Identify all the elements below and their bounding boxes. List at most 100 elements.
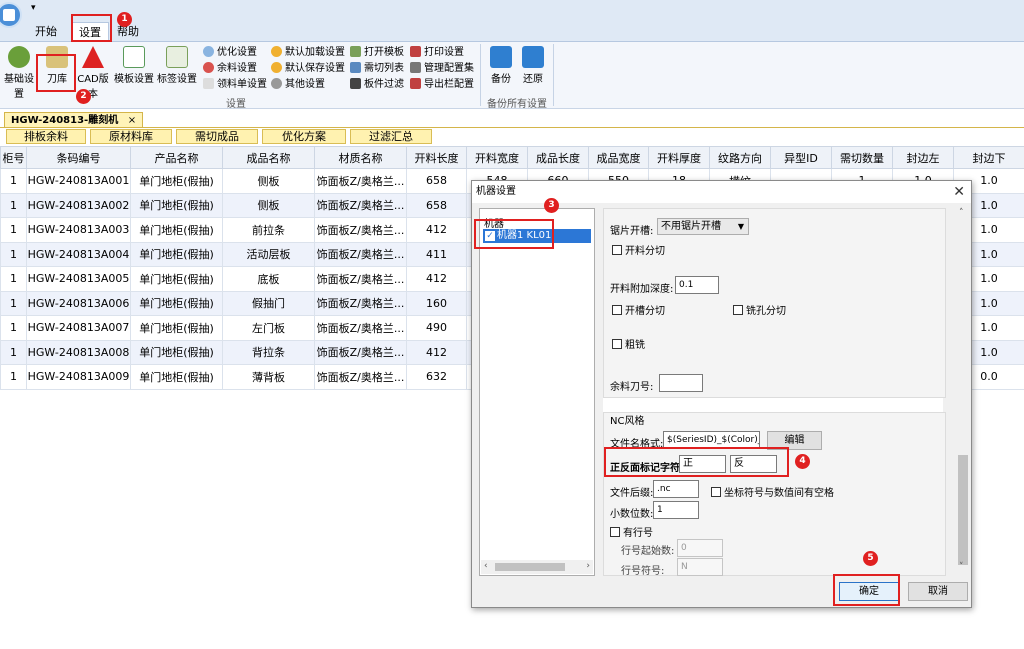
tab-layout-surplus[interactable]: 排板余料 [6,129,86,144]
tab-optimize-plan[interactable]: 优化方案 [262,129,346,144]
column-header[interactable]: 异型ID [770,146,832,169]
column-header[interactable]: 成品名称 [222,146,315,169]
extra-depth-input[interactable]: 0.1 [675,276,719,294]
decimal-label: 小数位数: [610,509,654,520]
decimal-input[interactable]: 1 [653,501,699,519]
checkbox-box [612,339,622,349]
table-cell: 1 [0,266,27,292]
column-header[interactable]: 纹路方向 [709,146,771,169]
column-header[interactable]: 封边下 [953,146,1024,169]
column-header[interactable]: 开料宽度 [466,146,528,169]
annotation-number: 2 [76,89,91,104]
cancel-button[interactable]: 取消 [908,582,968,601]
scroll-up-icon[interactable]: ˄ [959,208,964,218]
slot-split-checkbox[interactable]: 开槽分切 [612,302,665,317]
other-settings-button[interactable]: 其他设置 [271,77,325,92]
saw-slot-value: 不用锯片开槽 [661,221,721,232]
optimize-settings-label: 优化设置 [217,47,257,58]
surplus-tool-input[interactable] [659,374,703,392]
surplus-settings-button[interactable]: 余料设置 [203,61,257,76]
table-cell: HGW-240813A003 [26,217,131,243]
column-header[interactable]: 封边左 [892,146,954,169]
document-tab[interactable]: HGW-240813-雕刻机 × [4,112,144,128]
optimize-settings-button[interactable]: 优化设置 [203,45,257,60]
restore-button[interactable]: 还原 [518,46,548,85]
surplus-tool-label: 余料刀号: [610,382,654,393]
tree-horizontal-scrollbar[interactable]: ‹ › [481,560,593,574]
cut-split-checkbox[interactable]: 开料分切 [612,242,665,257]
board-filter-label: 板件过滤 [364,79,404,90]
saw-slot-select[interactable]: 不用锯片开槽 ▼ [657,218,749,235]
quick-access-dropdown[interactable]: ▾ [31,3,36,13]
scroll-down-icon[interactable]: ˅ [959,562,964,572]
document-tab-bar [0,110,1024,127]
space-option-checkbox[interactable]: 坐标符号与数值间有空格 [711,484,834,499]
column-header[interactable]: 成品长度 [527,146,589,169]
template-settings-button[interactable]: 模板设置 [113,46,155,85]
default-load-settings-button[interactable]: 默认加载设置 [271,45,345,60]
mill-hole-split-checkbox[interactable]: 铣孔分切 [733,302,786,317]
line-symbol-input[interactable]: N [677,558,723,576]
scroll-left-icon[interactable]: ‹ [484,561,488,571]
other-settings-label: 其他设置 [285,79,325,90]
backup-button[interactable]: 备份 [486,46,516,85]
open-template-button[interactable]: 打开模板 [350,45,404,60]
export-column-config-button[interactable]: 导出栏配置 [410,77,474,92]
line-number-checkbox[interactable]: 有行号 [610,524,653,539]
table-cell: HGW-240813A005 [26,266,131,292]
cut-list-button[interactable]: 需切列表 [350,61,404,76]
close-icon[interactable]: ✕ [953,183,965,201]
file-suffix-label: 文件后缀: [610,488,654,499]
mill-hole-split-label: 铣孔分切 [746,306,786,317]
extra-depth-label: 开料附加深度: [610,284,674,295]
column-header[interactable]: 条码编号 [26,146,131,169]
table-cell: HGW-240813A006 [26,290,131,316]
settings-vertical-scrollbar[interactable]: ˄ ˅ [956,208,970,576]
restore-icon [522,46,544,68]
table-cell: 1 [0,315,27,341]
scroll-thumb[interactable] [495,563,565,571]
tab-filter-summary[interactable]: 过滤汇总 [350,129,432,144]
chevron-down-icon: ▼ [737,222,744,231]
column-header[interactable]: 需切数量 [831,146,893,169]
column-header[interactable]: 材质名称 [314,146,407,169]
board-filter-button[interactable]: 板件过滤 [350,77,404,92]
checkbox-box [612,245,622,255]
column-header[interactable]: 成品宽度 [588,146,649,169]
group-separator [553,44,554,106]
close-icon[interactable]: × [128,115,136,126]
backup-group-label: 备份所有设置 [487,99,547,110]
table-cell: 饰面板Z/奥格兰... [314,315,407,341]
slot-split-label: 开槽分切 [625,306,665,317]
annotation-box [604,447,789,477]
cut-list-label: 需切列表 [364,63,404,74]
label-settings-button[interactable]: 标签设置 [156,46,198,85]
surplus-settings-label: 余料设置 [217,63,257,74]
tab-cut-products[interactable]: 需切成品 [176,129,258,144]
wrench-icon [8,46,30,68]
table-cell: 1 [0,168,27,194]
manage-config-set-button[interactable]: 管理配置集 [410,61,474,76]
table-cell: 单门地柜(假抽) [130,266,223,292]
annotation-number: 1 [117,12,132,27]
column-header[interactable]: 产品名称 [130,146,223,169]
material-list-settings-button[interactable]: 领料单设置 [203,77,267,92]
tab-raw-material[interactable]: 原材料库 [90,129,172,144]
basic-settings-button[interactable]: 基础设置 [0,46,38,100]
default-save-settings-button[interactable]: 默认保存设置 [271,61,345,76]
scroll-thumb[interactable] [958,455,968,565]
rough-mill-label: 粗铣 [625,340,645,351]
surplus-icon [203,62,214,73]
file-suffix-input[interactable]: .nc [653,480,699,498]
open-template-label: 打开模板 [364,47,404,58]
column-header[interactable]: 柜号 [0,146,27,169]
print-icon [410,46,421,57]
line-start-input[interactable]: 0 [677,539,723,557]
scroll-right-icon[interactable]: › [586,561,590,571]
column-header[interactable]: 开料厚度 [648,146,710,169]
settings-group-label: 设置 [226,99,246,110]
print-settings-button[interactable]: 打印设置 [410,45,464,60]
column-header[interactable]: 开料长度 [406,146,467,169]
rough-mill-checkbox[interactable]: 粗铣 [612,336,645,351]
tab-start[interactable]: 开始 [28,22,64,42]
